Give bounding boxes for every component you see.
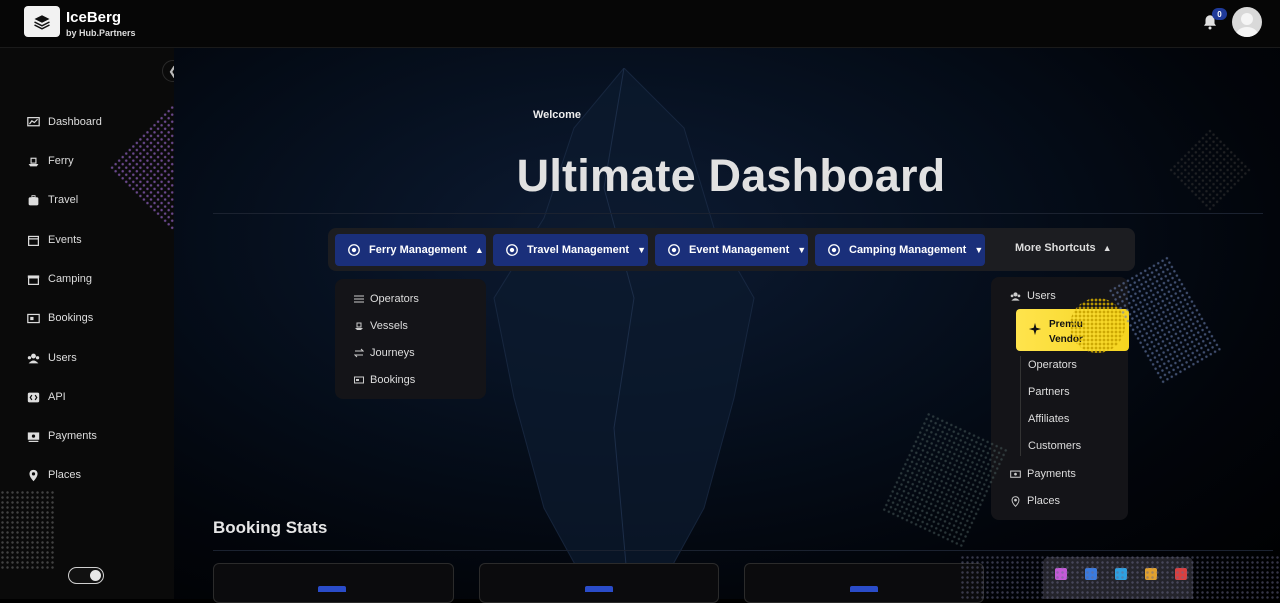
places-icon	[29, 469, 38, 481]
camping-icon	[27, 274, 40, 285]
stat-card[interactable]	[213, 563, 454, 603]
chevron-down-icon: ▼	[974, 245, 984, 255]
stat-card-icon	[850, 586, 878, 592]
more-shortcuts-label: More Shortcuts	[1015, 242, 1096, 254]
shortcut-label: Partners	[1028, 386, 1070, 398]
moon-icon	[90, 570, 101, 581]
sidebar-item-label: API	[48, 391, 66, 403]
shortcut-label: Payments	[1027, 468, 1076, 480]
sidebar-item-events[interactable]: Events	[27, 230, 82, 250]
menu-item-journeys[interactable]: Journeys	[354, 347, 415, 359]
menu-item-operators[interactable]: Operators	[354, 293, 419, 305]
sidebar-item-label: Camping	[48, 273, 93, 285]
shortcut-label: Customers	[1028, 440, 1082, 452]
divider	[213, 213, 1263, 214]
decorative-sparkle	[0, 490, 55, 570]
brand-name: IceBerg	[66, 9, 122, 26]
payments-icon	[1010, 470, 1021, 478]
sidebar-item-label: Places	[48, 469, 82, 481]
chevron-up-icon: ▲	[1102, 243, 1112, 253]
places-icon	[1011, 495, 1020, 507]
decorative-sparkle	[960, 555, 1280, 599]
stat-card-icon	[318, 586, 346, 592]
shortcut-affiliates[interactable]: Affiliates	[1028, 413, 1069, 425]
camping-management-label: Camping Management	[849, 244, 967, 256]
stat-card[interactable]	[744, 563, 984, 603]
shortcut-places[interactable]: Places	[1010, 495, 1060, 507]
gear-icon	[668, 244, 680, 256]
chevron-down-icon: ▼	[797, 245, 807, 255]
chevron-down-icon: ▼	[637, 245, 647, 255]
top-bar: IceBerg by Hub.Partners 0	[0, 0, 1280, 48]
events-icon	[28, 235, 39, 246]
ship-icon	[355, 322, 363, 330]
shortcut-label: Affiliates	[1028, 413, 1070, 425]
page-title: Ultimate Dashboard	[516, 150, 946, 201]
event-management-label: Event Management	[689, 244, 790, 256]
layers-icon	[34, 14, 50, 30]
travel-management-button[interactable]: Travel Management ▼	[493, 234, 648, 266]
bookings-icon	[27, 313, 40, 323]
section-title: Booking Stats	[213, 518, 328, 537]
avatar[interactable]	[1232, 7, 1262, 37]
sidebar-item-bookings[interactable]: Bookings	[27, 308, 93, 328]
shortcut-label: Operators	[1028, 359, 1077, 371]
sidebar-item-places[interactable]: Places	[27, 465, 81, 485]
user-avatar-icon	[1236, 13, 1258, 37]
menu-item-label: Bookings	[370, 374, 416, 386]
menu-item-label: Operators	[370, 293, 419, 305]
sparkle-icon	[1028, 322, 1042, 336]
sidebar-item-payments[interactable]: Payments	[27, 426, 97, 446]
gear-icon	[348, 244, 360, 256]
sidebar-item-label: Users	[48, 352, 77, 364]
notification-badge: 0	[1212, 8, 1227, 20]
shortcut-label: Users	[1027, 290, 1056, 302]
users-icon	[1010, 291, 1021, 301]
gear-icon	[828, 244, 840, 256]
more-shortcuts-button[interactable]: More Shortcuts ▲	[1015, 242, 1112, 254]
users-icon	[27, 353, 40, 363]
camping-management-button[interactable]: Camping Management ▼	[815, 234, 985, 266]
stat-card-icon	[585, 586, 613, 592]
ticket-icon	[354, 376, 364, 384]
travel-management-label: Travel Management	[527, 244, 630, 256]
chevron-up-icon: ▲	[474, 245, 484, 255]
sidebar-item-users[interactable]: Users	[27, 348, 77, 368]
divider	[213, 550, 1273, 551]
menu-item-label: Journeys	[370, 347, 415, 359]
shortcut-customers[interactable]: Customers	[1028, 440, 1081, 452]
api-icon	[27, 392, 40, 402]
sidebar-item-label: Payments	[48, 430, 97, 442]
menu-item-vessels[interactable]: Vessels	[354, 320, 408, 332]
shortcut-operators[interactable]: Operators	[1028, 359, 1077, 371]
ferry-management-button[interactable]: Ferry Management ▲	[335, 234, 486, 266]
logo[interactable]	[24, 6, 60, 37]
sidebar-item-label: Events	[48, 234, 82, 246]
sidebar-item-label: Bookings	[48, 312, 94, 324]
list-icon	[354, 295, 364, 303]
shortcut-partners[interactable]: Partners	[1028, 386, 1070, 398]
sidebar-item-camping[interactable]: Camping	[27, 269, 92, 289]
submenu-line	[1020, 356, 1021, 456]
stat-card[interactable]	[479, 563, 719, 603]
event-management-button[interactable]: Event Management ▼	[655, 234, 808, 266]
payments-icon	[27, 431, 40, 442]
shortcut-payments[interactable]: Payments	[1010, 468, 1076, 480]
shortcut-label: Places	[1027, 495, 1061, 507]
menu-item-label: Vessels	[370, 320, 408, 332]
swap-arrows-icon	[354, 348, 364, 358]
brand-subtitle: by Hub.Partners	[66, 28, 136, 38]
welcome-text: Welcome	[532, 109, 582, 121]
theme-toggle[interactable]	[68, 567, 104, 584]
sidebar-item-api[interactable]: API	[27, 387, 66, 407]
shortcut-users[interactable]: Users	[1010, 290, 1056, 302]
menu-item-bookings[interactable]: Bookings	[354, 374, 415, 386]
gear-icon	[506, 244, 518, 256]
ferry-management-label: Ferry Management	[369, 244, 467, 256]
iceberg-illustration	[493, 68, 755, 599]
